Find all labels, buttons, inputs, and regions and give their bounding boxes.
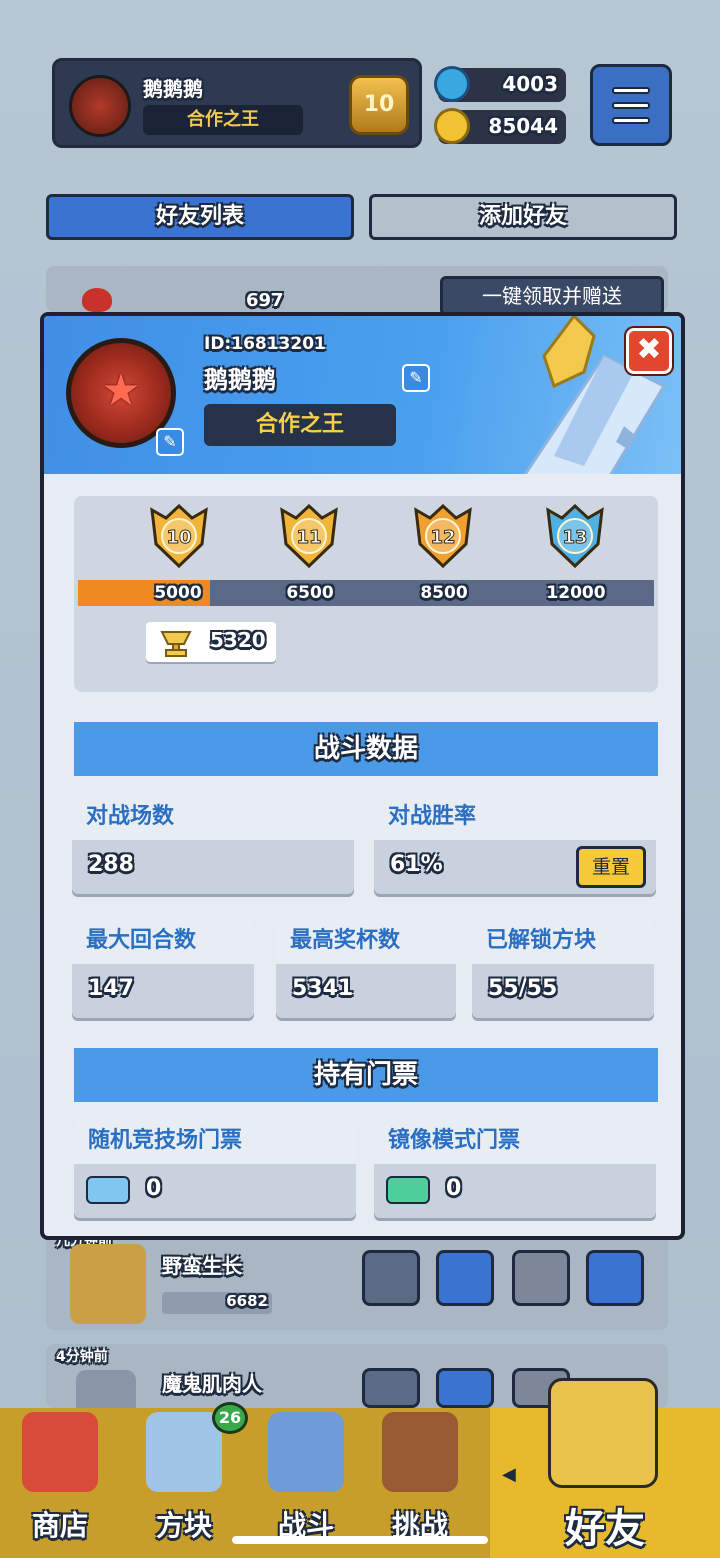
menu-icon bbox=[612, 87, 650, 94]
gift-heart-button[interactable] bbox=[586, 1250, 644, 1306]
stat-matches: 对战场数 288 bbox=[72, 794, 354, 894]
rank-10-icon: 10 bbox=[146, 503, 212, 570]
tab-friend-list[interactable]: 好友列表 bbox=[46, 194, 354, 240]
heart-icon bbox=[82, 288, 112, 312]
tab-add-friend[interactable]: 添加好友 bbox=[369, 194, 677, 240]
gem-counter: 4003 bbox=[434, 66, 566, 102]
coin-icon bbox=[434, 108, 470, 144]
close-button[interactable]: ✖ bbox=[626, 328, 672, 374]
rank-level-label: 10 bbox=[166, 527, 191, 548]
rank-threshold: 12000 bbox=[546, 583, 606, 603]
chat-button[interactable] bbox=[436, 1368, 494, 1408]
rank-level-label: 12 bbox=[430, 527, 455, 548]
rank-threshold: 8500 bbox=[420, 583, 468, 603]
edit-name-icon[interactable]: ✎ bbox=[402, 364, 430, 392]
edit-avatar-icon[interactable]: ✎ bbox=[156, 428, 184, 456]
stat-label: 最大回合数 bbox=[72, 918, 254, 964]
stat-value: 61% bbox=[390, 852, 443, 877]
profile-title[interactable]: 合作之王 bbox=[204, 404, 396, 446]
ticket-random-arena: 随机竞技场门票 0 bbox=[74, 1118, 356, 1218]
player-title: 合作之王 bbox=[143, 105, 303, 135]
rank-badge-icon: 10 bbox=[349, 75, 409, 135]
ticket-icon bbox=[386, 1176, 430, 1204]
stat-value: 288 bbox=[88, 852, 134, 877]
rank-progress-panel: 10 11 12 13 5000 6500 8500 12000 5320 bbox=[74, 496, 658, 692]
nav-blocks[interactable]: 26 方块 bbox=[124, 1402, 248, 1558]
tickets-title: 持有门票 bbox=[74, 1048, 658, 1102]
battle-stats-title: 战斗数据 bbox=[74, 722, 658, 776]
player-id: ID:16813201 bbox=[204, 334, 326, 354]
rank-threshold: 6500 bbox=[286, 583, 334, 603]
coin-counter: 85044 bbox=[434, 108, 566, 144]
gem-icon bbox=[434, 66, 470, 102]
stat-value: 55/55 bbox=[488, 976, 558, 1001]
player-name: 鹅鹅鹅 bbox=[143, 77, 203, 101]
trophy-bar: 6682 bbox=[162, 1292, 272, 1314]
friend-time: 4分钟前 bbox=[56, 1349, 108, 1365]
list-item[interactable]: 几分钟前 野蛮生长 6682 bbox=[46, 1233, 668, 1330]
rank-threshold: 5000 bbox=[154, 583, 202, 603]
friend-cube-icon bbox=[548, 1378, 658, 1488]
stat-label: 最高奖杯数 bbox=[276, 918, 456, 964]
stat-max-rounds: 最大回合数 147 bbox=[72, 918, 254, 1018]
rank-12-icon: 12 bbox=[410, 503, 476, 570]
stat-value: 147 bbox=[88, 976, 134, 1001]
stat-label: 对战胜率 bbox=[374, 794, 656, 840]
stat-label: 随机竞技场门票 bbox=[74, 1118, 356, 1164]
delete-friend-button[interactable] bbox=[362, 1368, 420, 1408]
blocks-badge: 26 bbox=[212, 1402, 248, 1434]
stat-value: 0 bbox=[446, 1176, 462, 1201]
chevron-left-icon: ◀ bbox=[502, 1464, 516, 1485]
menu-button[interactable] bbox=[590, 64, 672, 146]
gem-value: 4003 bbox=[502, 72, 558, 96]
star-icon: ★ bbox=[101, 365, 141, 416]
stat-label: 对战场数 bbox=[72, 794, 354, 840]
trophy-value: 5320 bbox=[210, 628, 266, 652]
hearts-count: 697 bbox=[246, 290, 284, 311]
coin-value: 85044 bbox=[488, 114, 558, 138]
nav-friends-label: 好友 bbox=[565, 1506, 645, 1552]
shop-icon bbox=[22, 1412, 98, 1492]
trophy-icon bbox=[160, 631, 192, 657]
claim-all-button[interactable]: 一键领取并赠送 bbox=[440, 276, 664, 316]
block-icon bbox=[146, 1412, 222, 1492]
player-card[interactable]: 鹅鹅鹅 合作之王 10 bbox=[52, 58, 422, 148]
ticket-mirror-mode: 镜像模式门票 0 bbox=[374, 1118, 656, 1218]
profile-name: 鹅鹅鹅 bbox=[204, 366, 276, 394]
friend-name: 野蛮生长 bbox=[162, 1254, 242, 1278]
delete-friend-button[interactable] bbox=[362, 1250, 420, 1306]
reset-button[interactable]: 重置 bbox=[576, 846, 646, 888]
stat-winrate: 对战胜率 61% 重置 bbox=[374, 794, 656, 894]
nav-friends[interactable]: ◀ 好友 bbox=[490, 1378, 720, 1558]
rank-11-icon: 11 bbox=[276, 503, 342, 570]
friend-trophies: 6682 bbox=[226, 1292, 268, 1310]
nav-blocks-label: 方块 bbox=[155, 1509, 212, 1542]
profile-modal: ★ ✎ ID:16813201 鹅鹅鹅 ✎ 合作之王 ✖ 10 11 12 13… bbox=[40, 312, 685, 1240]
nav-shop[interactable]: 商店 bbox=[0, 1408, 120, 1558]
sword-shield-icon bbox=[268, 1412, 344, 1492]
rank-13-icon: 13 bbox=[542, 503, 608, 570]
chat-button[interactable] bbox=[436, 1250, 494, 1306]
rank-level-label: 11 bbox=[296, 527, 321, 548]
stat-value: 0 bbox=[146, 1176, 162, 1201]
avatar bbox=[69, 75, 131, 137]
rank-icon bbox=[70, 1244, 146, 1324]
home-indicator bbox=[232, 1536, 488, 1544]
battle-invite-button[interactable] bbox=[512, 1250, 570, 1306]
friend-name: 魔鬼肌肉人 bbox=[162, 1372, 262, 1396]
stat-label: 镜像模式门票 bbox=[374, 1118, 656, 1164]
trophy-count: 5320 bbox=[146, 622, 276, 662]
signboard-icon bbox=[382, 1412, 458, 1492]
rank-level-label: 13 bbox=[562, 527, 587, 548]
rank-icon bbox=[76, 1370, 136, 1408]
stat-value: 5341 bbox=[292, 976, 354, 1001]
stat-best-trophies: 最高奖杯数 5341 bbox=[276, 918, 456, 1018]
nav-shop-label: 商店 bbox=[31, 1509, 88, 1542]
profile-header: ★ ✎ ID:16813201 鹅鹅鹅 ✎ 合作之王 ✖ bbox=[44, 316, 681, 474]
stat-label: 已解锁方块 bbox=[472, 918, 654, 964]
ticket-icon bbox=[86, 1176, 130, 1204]
stat-unlocked-blocks: 已解锁方块 55/55 bbox=[472, 918, 654, 1018]
